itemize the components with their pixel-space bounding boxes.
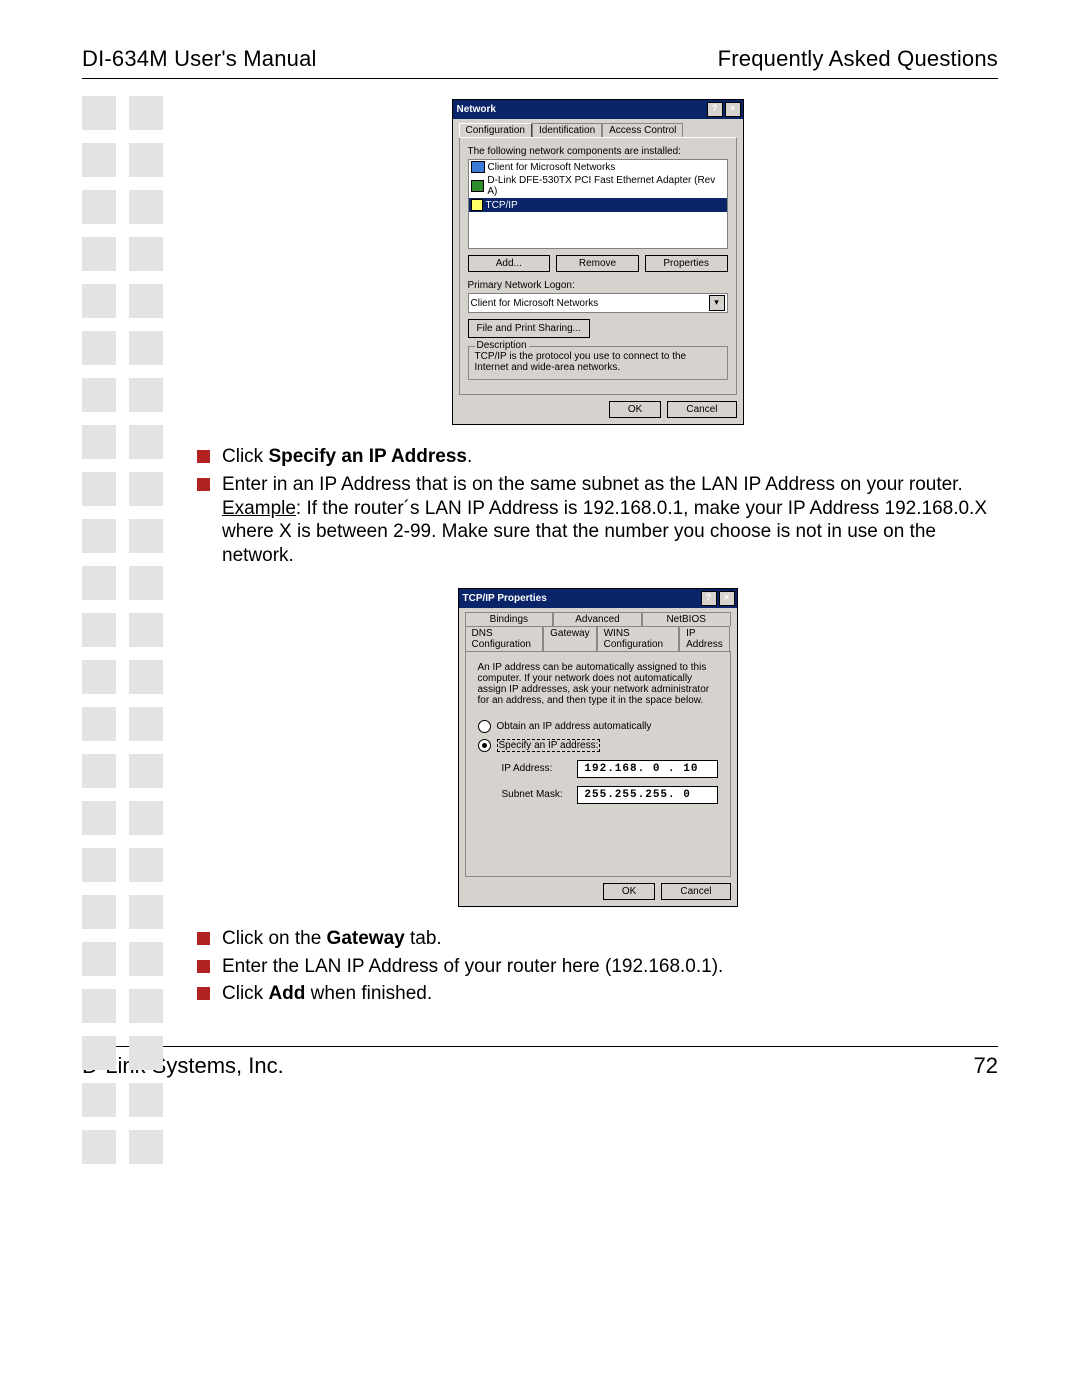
instruction-text: Click on the Gateway tab. bbox=[222, 927, 442, 951]
ok-button[interactable]: OK bbox=[609, 401, 661, 418]
properties-button[interactable]: Properties bbox=[645, 255, 728, 272]
list-item-label: TCP/IP bbox=[486, 200, 518, 211]
remove-button[interactable]: Remove bbox=[556, 255, 639, 272]
ip-address-input[interactable]: 192.168. 0 . 10 bbox=[577, 760, 717, 778]
header-left: DI-634M User's Manual bbox=[82, 46, 317, 72]
subnet-mask-label: Subnet Mask: bbox=[502, 789, 570, 800]
components-listbox[interactable]: Client for Microsoft Networks D-Link DFE… bbox=[468, 159, 728, 249]
bullet-icon bbox=[197, 478, 210, 491]
dialog-title: Network bbox=[457, 104, 496, 115]
page-number: 72 bbox=[974, 1053, 998, 1079]
cancel-button[interactable]: Cancel bbox=[667, 401, 736, 418]
instruction-list-1: Click Specify an IP Address. Enter in an… bbox=[197, 445, 998, 568]
group-title: Description bbox=[475, 340, 529, 351]
network-dialog: Network ? × Configuration Identification… bbox=[452, 99, 744, 425]
tab-wins-configuration[interactable]: WINS Configuration bbox=[597, 626, 680, 651]
dialog-title: TCP/IP Properties bbox=[463, 593, 547, 604]
radio-icon bbox=[478, 739, 491, 752]
tab-identification[interactable]: Identification bbox=[532, 123, 602, 137]
list-item-label: Client for Microsoft Networks bbox=[488, 162, 616, 173]
bullet-icon bbox=[197, 932, 210, 945]
radio-icon bbox=[478, 720, 491, 733]
list-item-label: D-Link DFE-530TX PCI Fast Ethernet Adapt… bbox=[487, 175, 724, 197]
help-icon[interactable]: ? bbox=[701, 591, 717, 606]
file-print-sharing-button[interactable]: File and Print Sharing... bbox=[468, 319, 591, 338]
primary-logon-label: Primary Network Logon: bbox=[468, 280, 728, 291]
description-text: TCP/IP is the protocol you use to connec… bbox=[475, 351, 687, 373]
bullet-icon bbox=[197, 960, 210, 973]
subnet-mask-input[interactable]: 255.255.255. 0 bbox=[577, 786, 717, 804]
installed-components-label: The following network components are ins… bbox=[468, 146, 728, 157]
primary-logon-dropdown[interactable]: Client for Microsoft Networks ▾ bbox=[468, 293, 728, 313]
instruction-text: Click Specify an IP Address. bbox=[222, 445, 472, 469]
ip-address-label: IP Address: bbox=[502, 763, 570, 774]
instruction-list-2: Click on the Gateway tab. Enter the LAN … bbox=[197, 927, 998, 1006]
header-right: Frequently Asked Questions bbox=[718, 46, 998, 72]
tab-gateway[interactable]: Gateway bbox=[543, 626, 596, 651]
dropdown-value: Client for Microsoft Networks bbox=[471, 298, 599, 309]
add-button[interactable]: Add... bbox=[468, 255, 551, 272]
intro-text: An IP address can be automatically assig… bbox=[478, 662, 718, 706]
help-icon[interactable]: ? bbox=[707, 102, 723, 117]
tab-bindings[interactable]: Bindings bbox=[465, 612, 554, 626]
radio-specify-ip[interactable]: Specify an IP address: bbox=[478, 739, 718, 752]
tab-advanced[interactable]: Advanced bbox=[553, 612, 642, 626]
ok-button[interactable]: OK bbox=[603, 883, 655, 900]
close-icon[interactable]: × bbox=[725, 102, 741, 117]
instruction-text: Enter the LAN IP Address of your router … bbox=[222, 955, 723, 979]
tab-netbios[interactable]: NetBIOS bbox=[642, 612, 731, 626]
list-item[interactable]: D-Link DFE-530TX PCI Fast Ethernet Adapt… bbox=[469, 174, 727, 198]
bullet-icon bbox=[197, 987, 210, 1000]
client-icon bbox=[471, 161, 485, 173]
instruction-text: Enter in an IP Address that is on the sa… bbox=[222, 473, 998, 568]
radio-label: Obtain an IP address automatically bbox=[497, 721, 652, 732]
tcpip-dialog: TCP/IP Properties ? × Bindings Advanced … bbox=[458, 588, 738, 907]
bullet-icon bbox=[197, 450, 210, 463]
radio-obtain-auto[interactable]: Obtain an IP address automatically bbox=[478, 720, 718, 733]
cancel-button[interactable]: Cancel bbox=[661, 883, 730, 900]
tab-ip-address[interactable]: IP Address bbox=[679, 626, 730, 651]
description-group: Description TCP/IP is the protocol you u… bbox=[468, 346, 728, 380]
list-item-selected[interactable]: TCP/IP bbox=[469, 198, 727, 212]
protocol-icon bbox=[471, 199, 483, 211]
tab-access-control[interactable]: Access Control bbox=[602, 123, 683, 137]
tab-configuration[interactable]: Configuration bbox=[459, 123, 532, 137]
decorative-squares bbox=[82, 96, 163, 1164]
adapter-icon bbox=[471, 180, 485, 192]
close-icon[interactable]: × bbox=[719, 591, 735, 606]
radio-label: Specify an IP address: bbox=[497, 739, 601, 752]
list-item[interactable]: Client for Microsoft Networks bbox=[469, 160, 727, 174]
instruction-text: Click Add when finished. bbox=[222, 982, 432, 1006]
tab-dns-configuration[interactable]: DNS Configuration bbox=[465, 626, 544, 651]
chevron-down-icon[interactable]: ▾ bbox=[709, 295, 725, 311]
